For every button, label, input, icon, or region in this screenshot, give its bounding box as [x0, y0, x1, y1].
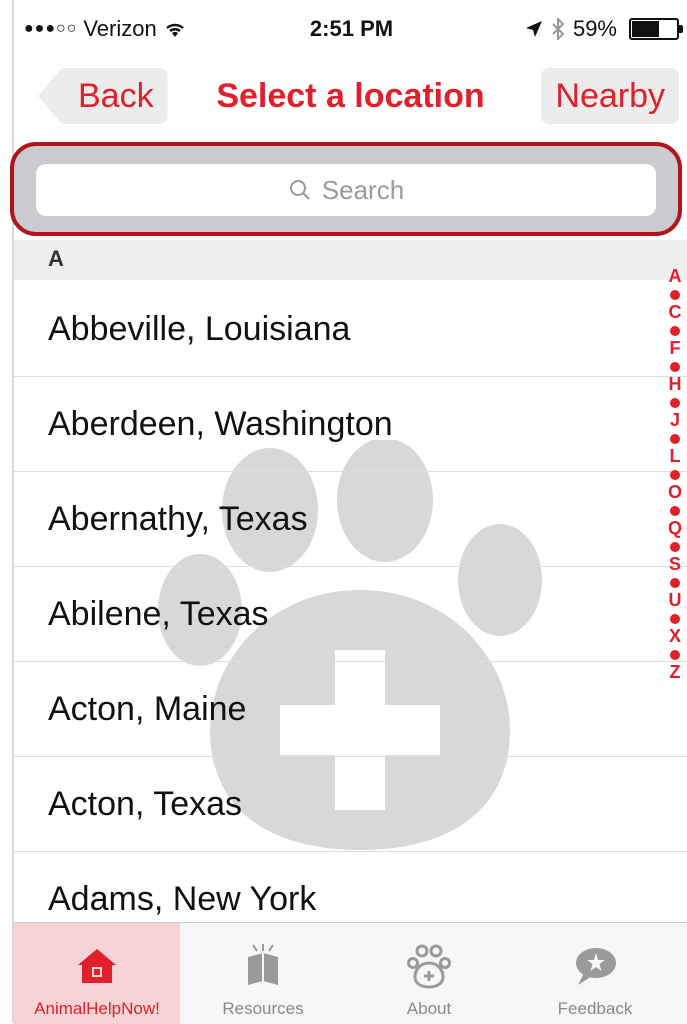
- index-dot-icon: [670, 506, 680, 516]
- tab-label: Resources: [222, 999, 304, 1018]
- index-letter[interactable]: J: [665, 410, 685, 430]
- search-input[interactable]: Search: [36, 164, 656, 216]
- index-letter[interactable]: X: [665, 626, 685, 646]
- house-icon: [78, 949, 116, 983]
- tab-label: About: [406, 999, 452, 1018]
- location-name: Aberdeen, Washington: [48, 405, 393, 443]
- index-letter[interactable]: L: [665, 446, 685, 466]
- search-highlight: Search: [10, 142, 682, 236]
- back-button[interactable]: Back: [38, 68, 168, 124]
- index-dot-icon: [670, 362, 680, 372]
- carrier-group: ●●●○○ Verizon: [24, 16, 187, 42]
- index-dot-icon: [670, 434, 680, 444]
- index-dot-icon: [670, 398, 680, 408]
- index-dot-icon: [670, 542, 680, 552]
- index-letter[interactable]: Q: [665, 518, 685, 538]
- index-dot-icon: [670, 326, 680, 336]
- list-item[interactable]: Abbeville, Louisiana: [14, 282, 687, 377]
- status-time: 2:51 PM: [309, 16, 394, 41]
- book-icon: [248, 944, 278, 985]
- tab-resources[interactable]: Resources: [180, 923, 346, 1024]
- index-letter[interactable]: O: [665, 482, 685, 502]
- battery-fill: [632, 21, 660, 37]
- battery-icon: [629, 18, 683, 40]
- wifi-icon: [165, 23, 184, 37]
- list-item[interactable]: Abilene, Texas: [14, 567, 687, 662]
- list-item[interactable]: Aberdeen, Washington: [14, 377, 687, 472]
- location-name: Abernathy, Texas: [48, 500, 308, 538]
- index-letter[interactable]: H: [665, 374, 685, 394]
- index-letter[interactable]: U: [665, 590, 685, 610]
- battery-percent: 59%: [572, 16, 617, 41]
- location-name: Abilene, Texas: [48, 595, 269, 633]
- index-dot-icon: [670, 650, 680, 660]
- tab-label: Feedback: [557, 999, 633, 1018]
- location-name: Abbeville, Louisiana: [48, 310, 351, 348]
- index-letter[interactable]: F: [665, 338, 685, 358]
- paw-icon: [407, 944, 451, 989]
- carrier-name: Verizon: [83, 16, 157, 41]
- bluetooth-icon: [552, 18, 565, 40]
- tab-label: AnimalHelpNow!: [34, 999, 160, 1018]
- signal-strength-icon: ●●●○○: [24, 20, 78, 37]
- status-right-group: 59%: [525, 16, 683, 42]
- index-dot-icon: [670, 578, 680, 588]
- location-arrow-icon: [525, 21, 542, 37]
- speech-bubble-icon: [576, 948, 616, 985]
- search-placeholder: Search: [321, 174, 405, 205]
- section-index[interactable]: A C F H J L O Q S U X Z: [665, 266, 685, 682]
- search-icon: [289, 180, 310, 200]
- index-letter[interactable]: C: [665, 302, 685, 322]
- location-list: Abbeville, Louisiana Aberdeen, Washingto…: [14, 282, 687, 947]
- tab-about[interactable]: About: [346, 923, 512, 1024]
- section-header: A: [14, 240, 687, 280]
- list-item[interactable]: Abernathy, Texas: [14, 472, 687, 567]
- nearby-button[interactable]: Nearby: [541, 68, 679, 124]
- location-name: Acton, Texas: [48, 785, 243, 823]
- location-name: Adams, New York: [48, 880, 317, 918]
- list-item[interactable]: Acton, Maine: [14, 662, 687, 757]
- location-name: Acton, Maine: [48, 690, 247, 728]
- section-header-label: A: [48, 246, 64, 271]
- index-dot-icon: [670, 470, 680, 480]
- tab-bar: AnimalHelpNow! Resources About Feedback: [14, 922, 687, 1024]
- app-screen: ●●●○○ Verizon 2:51 PM 59% Select a locat…: [0, 0, 687, 1024]
- index-letter[interactable]: A: [665, 266, 685, 286]
- tab-feedback[interactable]: Feedback: [512, 923, 678, 1024]
- index-letter[interactable]: Z: [665, 662, 685, 682]
- tab-animalhelpnow[interactable]: AnimalHelpNow!: [14, 923, 180, 1024]
- navigation-bar: Select a location Back Nearby: [14, 60, 687, 134]
- index-letter[interactable]: S: [665, 554, 685, 574]
- index-dot-icon: [670, 290, 680, 300]
- status-bar: ●●●○○ Verizon 2:51 PM 59%: [24, 6, 683, 50]
- list-item[interactable]: Acton, Texas: [14, 757, 687, 852]
- index-dot-icon: [670, 614, 680, 624]
